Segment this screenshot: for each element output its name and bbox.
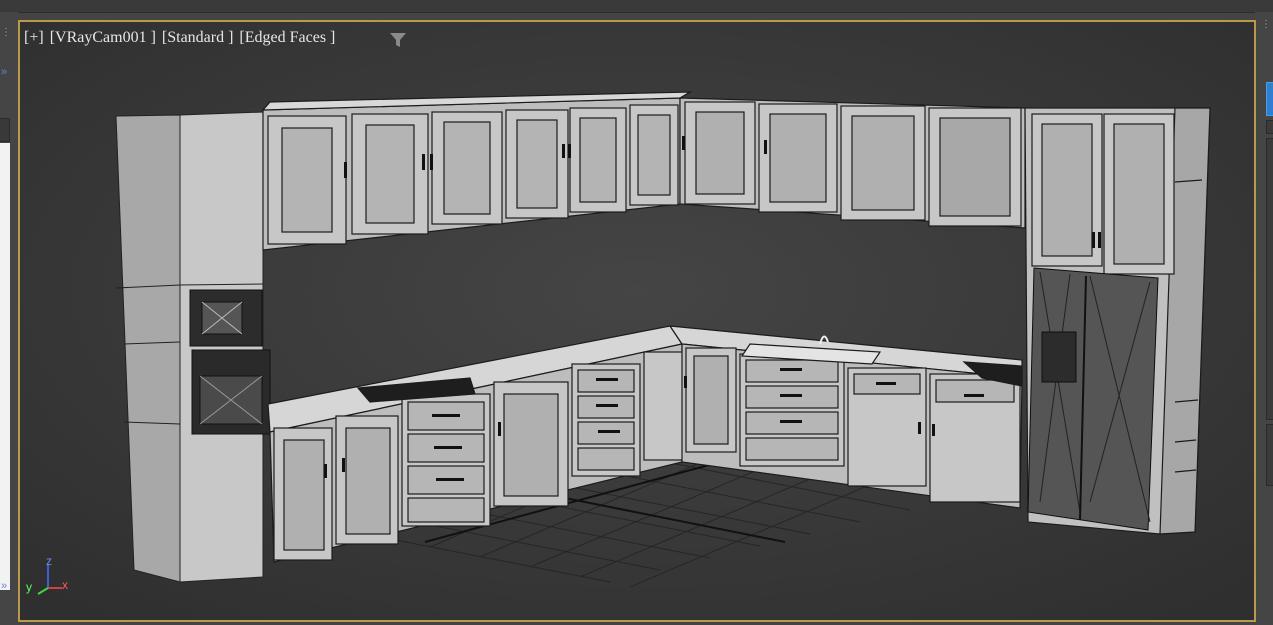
- refrigerator: [1027, 267, 1159, 531]
- axis-x-label: x: [62, 578, 68, 592]
- built-in-oven: [191, 349, 271, 435]
- viewport-shading-menu[interactable]: [Standard ]: [162, 29, 234, 46]
- right-command-panel: ⋮: [1255, 12, 1273, 625]
- left-command-panel: ⋮ » »: [0, 12, 18, 625]
- filter-funnel-icon[interactable]: [389, 32, 407, 48]
- kitchen-3d-scene: [20, 22, 1254, 620]
- right-panel-rollout-2[interactable]: [1266, 424, 1273, 486]
- viewport-plus-menu[interactable]: [+]: [24, 29, 44, 46]
- right-panel-tab-2[interactable]: [1266, 120, 1273, 134]
- top-toolbar-strip: [0, 0, 1273, 13]
- expand-arrow-bottom-icon[interactable]: »: [1, 580, 7, 592]
- right-panel-active-tab[interactable]: [1266, 82, 1273, 116]
- left-panel-field[interactable]: [0, 118, 10, 142]
- left-panel-grip-icon[interactable]: ⋮: [1, 28, 11, 38]
- right-panel-grip-icon[interactable]: ⋮: [1261, 20, 1271, 30]
- viewport-camera-menu[interactable]: [VRayCam001 ]: [50, 29, 156, 46]
- axis-z-label: z: [46, 554, 52, 568]
- viewport-label-menu[interactable]: [+] [VRayCam001 ] [Standard ] [Edged Faces …: [24, 29, 341, 47]
- axis-gizmo: z x y: [24, 554, 74, 598]
- expand-arrow-icon[interactable]: »: [1, 66, 7, 78]
- axis-y-label: y: [26, 580, 32, 594]
- built-in-microwave: [189, 289, 263, 347]
- left-panel-list[interactable]: [0, 143, 10, 590]
- camera-viewport[interactable]: [+] [VRayCam001 ] [Standard ] [Edged Faces …: [18, 20, 1256, 622]
- tall-pantry-tower: [115, 111, 264, 583]
- right-panel-rollout[interactable]: [1266, 138, 1273, 420]
- viewport-display-mode-menu[interactable]: [Edged Faces ]: [239, 29, 335, 46]
